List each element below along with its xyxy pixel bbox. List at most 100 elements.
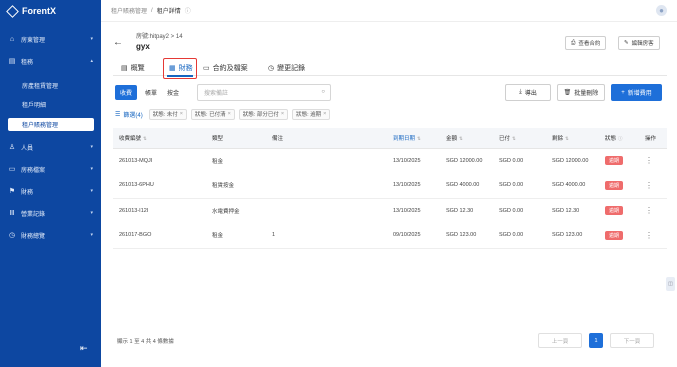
col-amount[interactable]: 金額 ⇅	[440, 128, 493, 149]
breadcrumb: 租户賬務管理 / 租户詳情 ⓘ ●	[101, 0, 677, 22]
filter-chip-label: 狀態: 已付清	[195, 112, 226, 118]
sidebar-item-property-lease[interactable]: 房產租賃管理	[0, 77, 101, 93]
next-page-button[interactable]: 下一頁	[610, 333, 654, 348]
breadcrumb-parent[interactable]: 租户賬務管理	[111, 6, 147, 15]
col-actions: 操作	[639, 128, 667, 149]
tab-history[interactable]: ◷ 變更記錄	[268, 61, 305, 75]
filter-chip-label: 狀態: 未付	[152, 112, 178, 118]
sidebar-item-finance[interactable]: ⚑ 財務 ▾	[0, 183, 101, 199]
cell-type: 水電費押金	[212, 208, 240, 215]
filter-chip-overdue[interactable]: 狀態: 逾期 ×	[292, 108, 331, 120]
cell-due: 13/10/2025	[393, 207, 421, 214]
cell-amount: SGD 12.30	[446, 207, 474, 214]
table-row[interactable]: 261017-BGO 租金 1 09/10/2025 SGD 123.00 SG…	[113, 223, 667, 249]
col-paid[interactable]: 已付 ⇅	[493, 128, 546, 149]
close-icon[interactable]: ×	[323, 111, 326, 117]
close-icon[interactable]: ×	[180, 111, 183, 117]
list-icon: ▤	[121, 65, 128, 72]
collapse-sidebar-icon[interactable]: ⇤	[80, 343, 88, 354]
chevron-down-icon: ▾	[90, 188, 93, 194]
column-label: 已付	[499, 135, 511, 142]
col-due[interactable]: 到期日期 ⇅	[387, 128, 440, 149]
sidebar-item-overview[interactable]: ◷ 財務總覽 ▾	[0, 227, 101, 243]
filter-bar: ☰ 篩選(4) 狀態: 未付 × 狀態: 已付清 × 狀態: 部分已付 × 狀態: 逾期…	[115, 108, 331, 120]
app-name: ForentX	[22, 6, 57, 16]
col-note: 備注	[266, 128, 387, 149]
sidebar-item-tenant-accounts[interactable]: 租户賬務管理	[8, 118, 94, 131]
sidebar-item-landlord[interactable]: ⌂ 房東管理 ▾	[0, 31, 101, 47]
back-arrow-icon[interactable]: ←	[113, 37, 123, 48]
home-icon: ⌂	[9, 35, 15, 43]
folder-icon: ▭	[8, 166, 16, 173]
cell-amount: SGD 12000.00	[446, 157, 483, 164]
sidebar-item-people[interactable]: ♙ 人員 ▾	[0, 139, 101, 155]
sidebar-item-files[interactable]: ▭ 房務檔案 ▾	[0, 161, 101, 177]
more-icon[interactable]: ⋮	[645, 206, 653, 215]
prev-page-button[interactable]: 上一頁	[538, 333, 582, 348]
col-remain[interactable]: 剩餘 ⇅	[546, 128, 599, 149]
more-icon[interactable]: ⋮	[645, 156, 653, 165]
sidebar: ForentX ⌂ 房東管理 ▾ ▤ 租務 ▴ 房產租賃管理 租戶明細 租户賬務管理 ♙…	[0, 0, 101, 367]
filter-chip-unpaid[interactable]: 狀態: 未付 ×	[148, 108, 188, 120]
avatar[interactable]: ●	[656, 5, 667, 16]
tab-label: 合約及檔案	[212, 65, 248, 72]
table-row[interactable]: 261013-MQJI 租金 13/10/2025 SGD 12000.00 S…	[113, 148, 667, 173]
cell-remain: SGD 12.30	[552, 207, 580, 214]
sidebar-item-rental[interactable]: ▤ 租務 ▴	[0, 53, 101, 69]
document-icon: ▤	[8, 58, 16, 65]
app-logo[interactable]: ForentX	[6, 4, 57, 18]
side-panel-handle[interactable]: ◫	[666, 277, 675, 291]
batch-delete-label: 批量刪除	[574, 91, 599, 97]
page-title: gyx	[136, 42, 150, 51]
sidebar-item-tenant-detail[interactable]: 租戶明細	[0, 96, 101, 112]
tab-overview[interactable]: ▤ 概覽	[121, 61, 145, 75]
table-row[interactable]: 261013-6PHU 租賃按金 13/10/2025 SGD 4000.00 …	[113, 173, 667, 199]
search-icon[interactable]: ○	[321, 89, 325, 95]
cell-actions: ⋮	[639, 198, 667, 223]
batch-delete-button[interactable]: 🗑 批量刪除	[557, 84, 605, 101]
add-charge-button[interactable]: + 新增費用	[611, 84, 662, 101]
pagination-info: 顯示 1 至 4 共 4 條數據	[117, 339, 174, 345]
segment-deposit[interactable]: 按金	[164, 85, 182, 100]
cell-id: 261013-MQJI	[119, 157, 153, 164]
people-icon: ♙	[8, 144, 16, 151]
trash-icon: 🗑	[563, 90, 572, 96]
cell-id: 261013-6PHU	[113, 173, 206, 199]
cell-status: 逾期	[599, 223, 639, 249]
filter-chip-label: 狀態: 逾期	[296, 112, 322, 118]
info-icon[interactable]: ⓘ	[185, 6, 191, 15]
col-status: 狀態 ⓘ	[599, 128, 639, 149]
sidebar-item-business[interactable]: Ⅲ 營業記錄 ▾	[0, 205, 101, 221]
chevron-down-icon: ▾	[90, 210, 93, 216]
page-1-button[interactable]: 1	[589, 333, 603, 348]
column-label: 狀態	[605, 135, 617, 142]
cell-note	[266, 198, 387, 223]
filter-chip-paid[interactable]: 狀態: 已付清 ×	[191, 108, 235, 120]
segment-bills[interactable]: 帳單	[142, 85, 160, 100]
table-row[interactable]: 261013-I12I 水電費押金 13/10/2025 SGD 12.30 S…	[113, 198, 667, 223]
cell-due: 13/10/2025	[393, 157, 421, 164]
edit-tenant-button[interactable]: ✎ 編輯房客	[618, 36, 660, 50]
room-subtitle: 房號:hitpay2 > 14	[136, 34, 183, 40]
filter-toggle[interactable]: ☰ 篩選(4)	[115, 110, 143, 119]
more-icon[interactable]: ⋮	[645, 181, 653, 190]
sidebar-item-label: 營業記錄	[21, 211, 46, 218]
segment-charges[interactable]: 收費	[115, 85, 137, 100]
cell-due: 13/10/2025	[387, 173, 440, 199]
cell-paid: SGD 0.00	[499, 157, 524, 164]
search-input[interactable]: 搜索備註 ○	[197, 84, 331, 101]
more-icon[interactable]: ⋮	[645, 231, 653, 240]
tab-contracts[interactable]: ▭ 合約及檔案	[203, 61, 248, 75]
export-button[interactable]: ⤓ 導出	[505, 84, 551, 101]
close-icon[interactable]: ×	[228, 111, 231, 117]
download-icon: ⤓	[519, 89, 522, 95]
view-contract-button[interactable]: ⎙ 查看合約	[565, 36, 607, 50]
sidebar-item-label: 人員	[21, 145, 34, 152]
close-icon[interactable]: ×	[281, 111, 284, 117]
sidebar-item-label: 財務總覽	[21, 233, 46, 240]
cell-type: 租金	[212, 158, 224, 165]
col-id[interactable]: 收費編號 ⇅	[113, 128, 206, 149]
sidebar-item-label: 房務檔案	[21, 167, 46, 174]
sidebar-item-label: 租務	[21, 59, 34, 66]
filter-chip-partial[interactable]: 狀態: 部分已付 ×	[238, 108, 289, 120]
